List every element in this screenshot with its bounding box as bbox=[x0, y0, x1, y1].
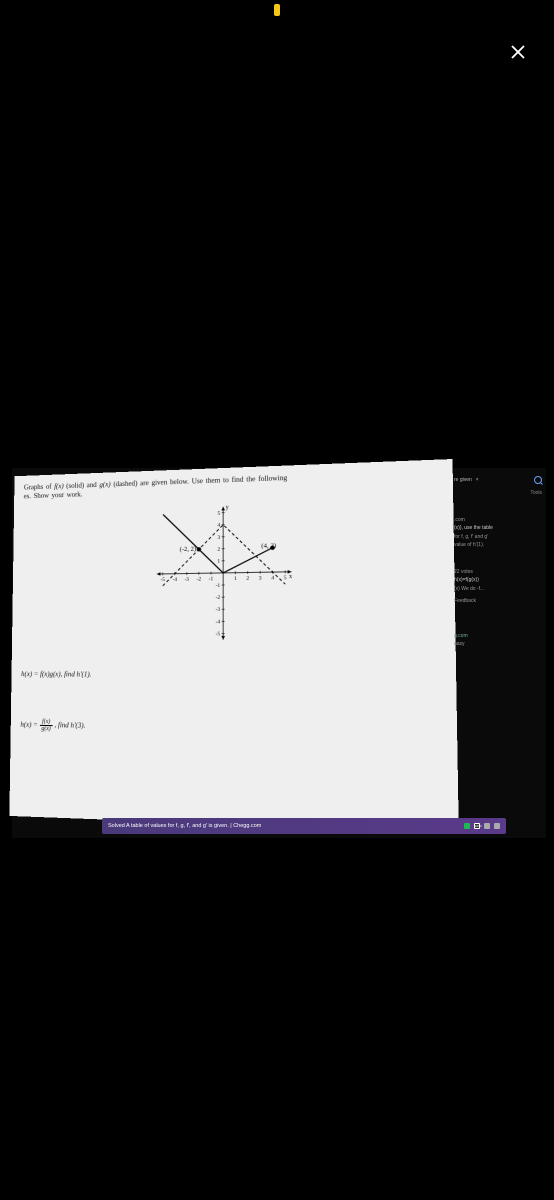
instr-line2: es. Show your work. bbox=[24, 490, 83, 500]
svg-text:-3: -3 bbox=[216, 607, 221, 613]
search-result-text: Solved A table of values for f, g, f', a… bbox=[108, 823, 460, 829]
status-bar bbox=[0, 0, 554, 20]
svg-text:5: 5 bbox=[217, 511, 220, 517]
result-block-1[interactable]: .com (x)), use the table for f, g, f' an… bbox=[454, 517, 542, 549]
svg-text:4: 4 bbox=[217, 523, 220, 529]
r2-line2: h(x)=f(g(x)) bbox=[454, 577, 542, 584]
svg-text:-5: -5 bbox=[216, 631, 221, 637]
problem-b-prefix: h(x) = bbox=[20, 721, 39, 729]
point-b-label: (4, 2) bbox=[261, 543, 276, 551]
close-icon bbox=[509, 43, 527, 61]
y-axis-label: y bbox=[226, 505, 229, 511]
problem-a: h(x) = f(x)g(x), find h'(1). bbox=[21, 670, 445, 681]
instr-suffix: (dashed) are given below. Use them to fi… bbox=[111, 474, 288, 489]
svg-text:-5: -5 bbox=[161, 577, 166, 583]
svg-text:-1: -1 bbox=[209, 576, 214, 582]
r1-line3: for f, g, f' and g' bbox=[454, 534, 542, 541]
svg-text:1: 1 bbox=[234, 576, 237, 582]
problem-b: h(x) = f(x) g(x) , find h'(3). bbox=[20, 719, 445, 740]
r3-line2: nasy bbox=[454, 641, 542, 648]
tools-link[interactable]: Tools bbox=[454, 490, 542, 497]
tab-close-icon[interactable]: × bbox=[476, 477, 479, 484]
photo-viewer[interactable]: Graphs of f(x) (solid) and g(x) (dashed)… bbox=[12, 468, 546, 838]
problem-b-suffix: , find bbox=[54, 721, 70, 729]
search-icon[interactable] bbox=[534, 476, 542, 484]
point-a-label: (-2, 2) bbox=[180, 546, 197, 554]
r3-line1: g.com bbox=[454, 633, 542, 640]
result-block-2[interactable]: 22 votes h(x)=f(g(x)) (x) We do -f... Fe… bbox=[454, 569, 542, 605]
svg-text:-3: -3 bbox=[184, 577, 189, 583]
svg-text:-4: -4 bbox=[216, 619, 221, 625]
problem-b-target: h'(3). bbox=[70, 722, 85, 730]
svg-text:3: 3 bbox=[217, 535, 220, 541]
x-axis-label: x bbox=[289, 574, 292, 580]
r1-line2: (x)), use the table bbox=[454, 525, 542, 532]
frac-bot: g(x) bbox=[39, 726, 52, 732]
trash-icon[interactable] bbox=[494, 823, 500, 829]
close-button[interactable] bbox=[506, 40, 530, 64]
result-block-3[interactable]: g.com nasy bbox=[454, 633, 542, 648]
problem-instruction: Graphs of f(x) (solid) and g(x) (dashed)… bbox=[24, 468, 442, 501]
homework-document: Graphs of f(x) (solid) and g(x) (dashed)… bbox=[9, 459, 458, 833]
r1-line4: value of h'(1). bbox=[454, 542, 542, 549]
spotify-icon[interactable] bbox=[464, 823, 470, 829]
search-result-bar[interactable]: Solved A table of values for f, g, f', a… bbox=[102, 818, 506, 834]
svg-text:2: 2 bbox=[217, 547, 220, 553]
r2-line3: (x) We do -f... bbox=[454, 586, 542, 593]
problem-a-target: h'(1). bbox=[77, 671, 92, 679]
dynamic-island-indicator bbox=[274, 4, 280, 16]
instr-gx: g(x) bbox=[99, 480, 110, 488]
r2-line4[interactable]: Feedback bbox=[454, 598, 542, 605]
graph-figure: (-2, 2) (4, 2) y x -5 -4 -3 -2 -1 1 2 3 4 5 5 4 3 2… bbox=[140, 498, 309, 646]
svg-text:1: 1 bbox=[217, 559, 220, 565]
fraction: f(x) g(x) bbox=[39, 719, 53, 732]
instr-fx: f(x) bbox=[54, 482, 64, 490]
browser-tab[interactable]: re given × bbox=[454, 476, 542, 484]
svg-text:2: 2 bbox=[246, 576, 249, 582]
svg-text:3: 3 bbox=[259, 576, 262, 582]
tab-label: re given bbox=[454, 477, 472, 484]
instr-prefix: Graphs of bbox=[24, 483, 54, 492]
browser-sidebar: re given × Tools .com (x)), use the tabl… bbox=[450, 468, 546, 808]
svg-text:-1: -1 bbox=[216, 583, 221, 589]
photo-edge bbox=[546, 468, 554, 838]
app-icon[interactable] bbox=[484, 823, 490, 829]
svg-text:-2: -2 bbox=[197, 577, 202, 583]
instr-mid: (solid) and bbox=[64, 481, 100, 490]
r1-line1: .com bbox=[454, 517, 542, 524]
svg-text:-4: -4 bbox=[172, 577, 177, 583]
problem-a-prefix: h(x) = f(x)g(x), find bbox=[21, 670, 76, 678]
svg-text:5: 5 bbox=[284, 575, 287, 581]
r2-line1: 22 votes bbox=[454, 569, 542, 576]
graph-svg: (-2, 2) (4, 2) y x -5 -4 -3 -2 -1 1 2 3 4 5 5 4 3 2… bbox=[140, 498, 309, 646]
epic-icon[interactable]: EPIC bbox=[474, 823, 480, 829]
svg-text:-2: -2 bbox=[216, 595, 221, 601]
svg-text:4: 4 bbox=[271, 575, 274, 581]
